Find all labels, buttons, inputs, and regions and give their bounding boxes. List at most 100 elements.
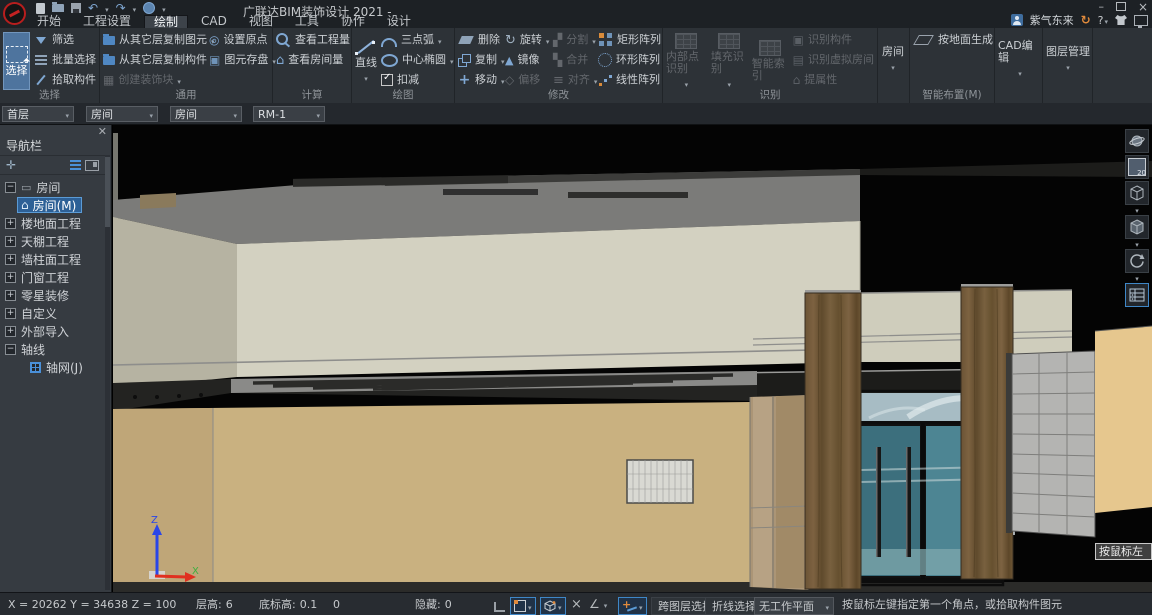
workplane-select[interactable]: 无工作平面 [754, 597, 834, 615]
collapse-icon[interactable] [5, 182, 16, 193]
3d-viewport[interactable]: Z X 20 按鼠标左 [113, 125, 1152, 592]
tree-item-room[interactable]: 房间 [0, 178, 105, 196]
help-button[interactable]: ? [1098, 14, 1108, 27]
save-icon[interactable] [71, 2, 81, 14]
view-mode-button[interactable] [1125, 215, 1149, 239]
expand-icon[interactable] [5, 218, 16, 229]
tree-item-axis-grid[interactable]: 轴网(J) [0, 358, 105, 376]
tree-item-axis[interactable]: 轴线 [0, 340, 105, 358]
snap-cross-toggle[interactable]: × [571, 593, 582, 615]
list-view-icon[interactable] [70, 160, 81, 162]
tab-design[interactable]: 设计 [378, 15, 420, 28]
tab-view[interactable]: 视图 [240, 15, 282, 28]
copy-elements-from-layer-button[interactable]: 从其它层复制图元 [100, 30, 206, 50]
theme-icon[interactable] [1115, 15, 1127, 25]
undo-button[interactable] [88, 2, 98, 14]
expand-icon[interactable] [5, 236, 16, 247]
view-style-button[interactable] [540, 597, 566, 615]
schedule-button[interactable] [1125, 283, 1149, 307]
three-point-arc-button[interactable]: 三点弧 [378, 30, 457, 50]
zoom-window-button[interactable]: 20 [1125, 155, 1149, 179]
rotate-view-button[interactable] [1125, 249, 1149, 273]
expand-icon[interactable] [5, 308, 16, 319]
expand-icon[interactable] [5, 272, 16, 283]
tab-cad[interactable]: CAD [192, 15, 236, 28]
orbit-button[interactable] [1125, 129, 1149, 153]
fill-recognize-button[interactable]: 填充识别 [711, 32, 748, 90]
set-origin-button[interactable]: 设置原点 [206, 30, 279, 50]
tree-item-room-m[interactable]: 房间(M) [0, 196, 105, 214]
polar-tracking-button[interactable] [618, 597, 647, 615]
pan-icon[interactable]: ✛ [6, 158, 16, 172]
chevron-down-icon[interactable] [1135, 207, 1139, 214]
view-room-quantity-button[interactable]: 查看房间量 [273, 50, 353, 70]
new-file-icon[interactable] [36, 2, 45, 14]
layer-manage-button[interactable]: 图层管理 [1046, 30, 1090, 88]
scrollbar[interactable] [105, 155, 110, 590]
tree-item-misc-decoration[interactable]: 零星装修 [0, 286, 105, 304]
tree-item-wall-column-works[interactable]: 墙柱面工程 [0, 250, 105, 268]
filter-button[interactable]: 筛选 [31, 30, 99, 50]
view-cube-button[interactable] [1125, 181, 1149, 205]
close-icon[interactable]: ✕ [98, 126, 107, 137]
minimize-button[interactable] [1098, 0, 1104, 13]
mirror-button[interactable]: 镜像 [502, 50, 550, 70]
generate-by-ground-button[interactable]: 按地面生成 [910, 30, 996, 50]
save-element-button[interactable]: 图元存盘 [206, 50, 279, 70]
rect-array-button[interactable]: 矩形阵列 [595, 30, 664, 50]
user-avatar[interactable] [1011, 14, 1023, 26]
close-button[interactable] [1138, 0, 1148, 14]
chevron-down-icon[interactable] [133, 2, 137, 15]
tab-tools[interactable]: 工具 [286, 15, 328, 28]
copy-components-from-layer-button[interactable]: 从其它层复制构件 [100, 50, 206, 70]
delete-button[interactable]: 删除 [455, 30, 502, 50]
inner-point-recognize-button[interactable]: 内部点识别 [666, 32, 707, 90]
tree-item-custom[interactable]: 自定义 [0, 304, 105, 322]
collapse-icon[interactable] [5, 344, 16, 355]
tab-project-settings[interactable]: 工程设置 [74, 15, 140, 28]
collaborate-icon[interactable] [143, 2, 155, 14]
rotate-button[interactable]: 旋转 [502, 30, 550, 50]
scrollbar-thumb[interactable] [105, 157, 110, 227]
expand-icon[interactable] [5, 290, 16, 301]
view-quantity-button[interactable]: 查看工程量 [273, 30, 353, 50]
tab-start[interactable]: 开始 [28, 15, 70, 28]
redo-button[interactable] [116, 2, 126, 14]
angle-snap-toggle[interactable]: ∠ [589, 593, 607, 615]
ortho-toggle[interactable] [494, 596, 505, 615]
maximize-button[interactable] [1116, 2, 1126, 11]
expand-icon[interactable] [5, 254, 16, 265]
app-logo-icon[interactable] [3, 2, 26, 25]
cad-edit-button[interactable]: CAD编辑 [998, 30, 1042, 88]
smart-index-button[interactable]: 智能索引 [752, 32, 789, 90]
tab-draw[interactable]: 绘制 [144, 15, 188, 28]
screen-icon[interactable] [1134, 15, 1148, 26]
selection-style-button[interactable] [510, 597, 536, 615]
room-button[interactable]: 房间 [879, 30, 907, 88]
3d-model-canvas[interactable]: Z X [113, 125, 1152, 592]
floor-select[interactable]: 首层 [2, 106, 74, 122]
customize-toolbar-icon[interactable] [162, 2, 166, 15]
line-button[interactable]: 直线 [355, 32, 377, 90]
tree-item-ceiling-works[interactable]: 天棚工程 [0, 232, 105, 250]
center-ellipse-button[interactable]: 中心椭圆 [378, 50, 457, 70]
sync-icon[interactable] [1081, 13, 1091, 27]
subcategory-select[interactable]: 房间 [170, 106, 242, 122]
category-select[interactable]: 房间 [86, 106, 158, 122]
select-button[interactable]: 选择 [3, 32, 30, 90]
chevron-down-icon[interactable] [1135, 275, 1139, 282]
expand-icon[interactable] [5, 326, 16, 337]
chevron-down-icon[interactable] [105, 2, 109, 15]
chevron-down-icon[interactable] [1135, 241, 1139, 248]
tree-item-floor-works[interactable]: 楼地面工程 [0, 214, 105, 232]
tab-collaborate[interactable]: 协作 [332, 15, 374, 28]
open-file-icon[interactable] [52, 2, 64, 14]
ring-array-button[interactable]: 环形阵列 [595, 50, 664, 70]
recognize-component-button[interactable]: 识别构件 [790, 30, 877, 50]
element-select[interactable]: RM-1 [253, 106, 325, 122]
recognize-virtual-room-button[interactable]: 识别虚拟房间 [790, 50, 877, 70]
tree-item-external-import[interactable]: 外部导入 [0, 322, 105, 340]
batch-select-button[interactable]: 批量选择 [31, 50, 99, 70]
panel-view-icon[interactable] [85, 160, 99, 171]
split-button[interactable]: 分割 [550, 30, 595, 50]
